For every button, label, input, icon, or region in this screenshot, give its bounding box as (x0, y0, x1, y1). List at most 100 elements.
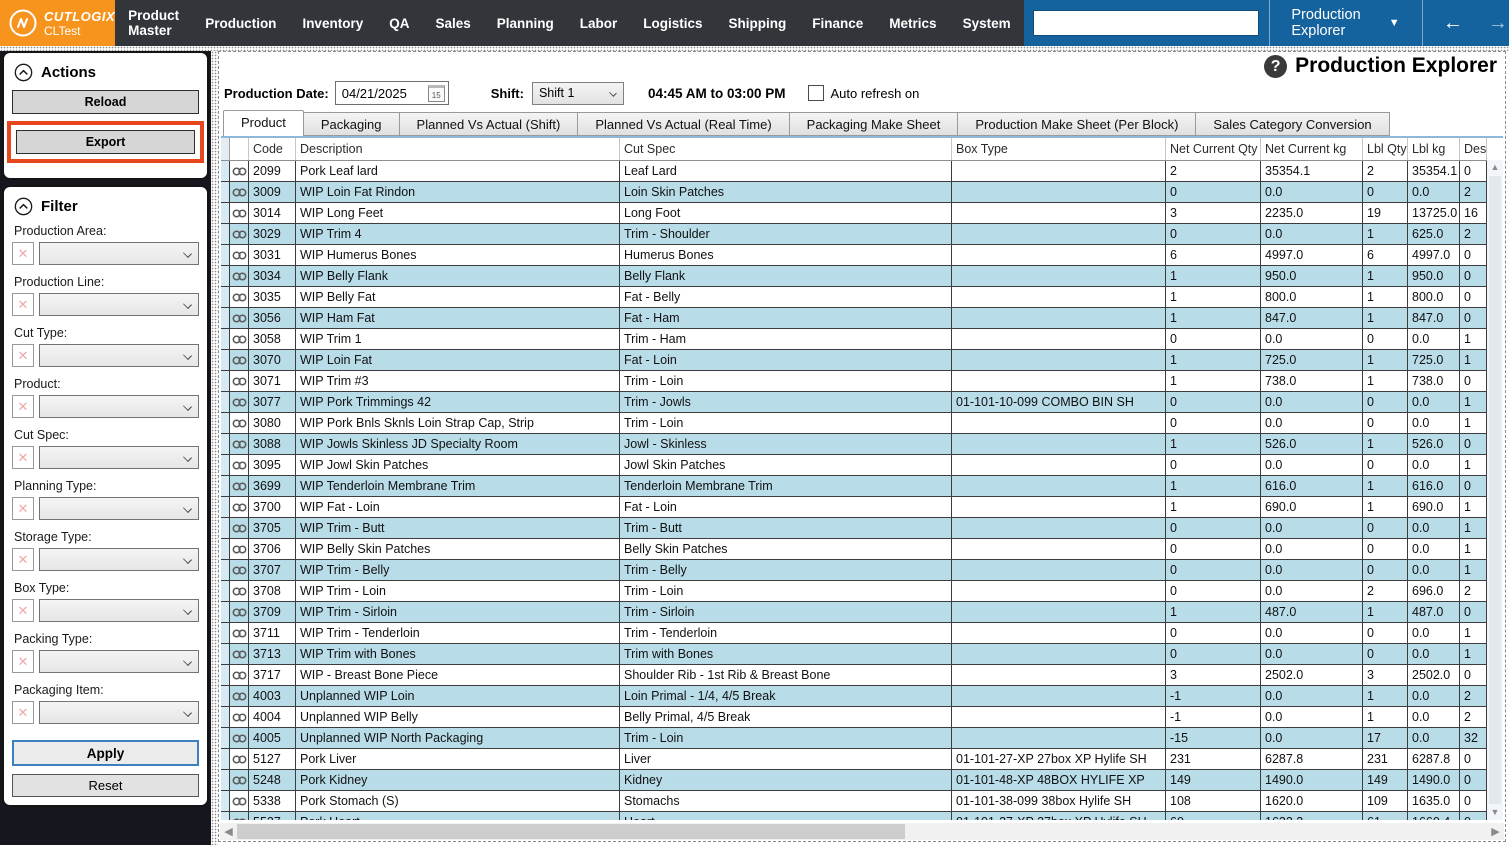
clear-filter-button[interactable]: ✕ (12, 701, 34, 724)
clear-filter-button[interactable]: ✕ (12, 446, 34, 469)
filter-dropdown[interactable] (39, 293, 199, 316)
clear-filter-button[interactable]: ✕ (12, 242, 34, 265)
table-row[interactable]: 2099 Pork Leaf lard Leaf Lard 2 35354.1 … (221, 160, 1487, 181)
table-row[interactable]: 4004 Unplanned WIP Belly Belly Primal, 4… (221, 706, 1487, 727)
column-header[interactable]: Lbl Qty (1363, 138, 1408, 160)
link-icon-cell[interactable] (230, 223, 249, 244)
link-icon-cell[interactable] (230, 265, 249, 286)
table-row[interactable]: 3080 WIP Pork Bnls Sknls Loin Strap Cap,… (221, 412, 1487, 433)
menu-item[interactable]: Sales (422, 16, 483, 31)
table-row[interactable]: 5127 Pork Liver Liver 01-101-27-XP 27box… (221, 748, 1487, 769)
search-input[interactable] (1033, 10, 1259, 36)
link-icon-cell[interactable] (230, 391, 249, 412)
link-icon-cell[interactable] (230, 181, 249, 202)
tab[interactable]: Planned Vs Actual (Shift) (400, 112, 579, 136)
horizontal-scrollbar[interactable]: ◀ ▶ (220, 823, 1504, 840)
link-icon-cell[interactable] (230, 790, 249, 811)
filter-dropdown[interactable] (39, 344, 199, 367)
table-row[interactable]: 3034 WIP Belly Flank Belly Flank 1 950.0… (221, 265, 1487, 286)
tab[interactable]: Packaging (304, 112, 400, 136)
link-icon-cell[interactable] (230, 811, 249, 820)
column-header[interactable]: Code (249, 138, 296, 160)
column-header[interactable]: Lbl kg (1408, 138, 1460, 160)
tab[interactable]: Planned Vs Actual (Real Time) (578, 112, 789, 136)
menu-item[interactable]: Production (192, 16, 289, 31)
link-icon-cell[interactable] (230, 433, 249, 454)
link-icon-cell[interactable] (230, 622, 249, 643)
column-header[interactable]: Net Current kg (1261, 138, 1363, 160)
link-icon-cell[interactable] (230, 370, 249, 391)
clear-filter-button[interactable]: ✕ (12, 548, 34, 571)
link-icon-cell[interactable] (230, 559, 249, 580)
apply-button[interactable]: Apply (12, 740, 199, 766)
clear-filter-button[interactable]: ✕ (12, 293, 34, 316)
table-row[interactable]: 3711 WIP Trim - Tenderloin Trim - Tender… (221, 622, 1487, 643)
filter-dropdown[interactable] (39, 497, 199, 520)
link-icon-cell[interactable] (230, 412, 249, 433)
link-icon-cell[interactable] (230, 664, 249, 685)
table-row[interactable]: 5338 Pork Stomach (S) Stomachs 01-101-38… (221, 790, 1487, 811)
column-header[interactable]: Description (296, 138, 620, 160)
link-icon-cell[interactable] (230, 496, 249, 517)
table-row[interactable]: 3058 WIP Trim 1 Trim - Ham 0 0.0 0 0.0 1 (221, 328, 1487, 349)
tab[interactable]: Sales Category Conversion (1196, 112, 1389, 136)
link-icon-cell[interactable] (230, 160, 249, 181)
filter-dropdown[interactable] (39, 548, 199, 571)
link-icon-cell[interactable] (230, 349, 249, 370)
table-row[interactable]: 4003 Unplanned WIP Loin Loin Primal - 1/… (221, 685, 1487, 706)
table-row[interactable]: 3717 WIP - Breast Bone Piece Shoulder Ri… (221, 664, 1487, 685)
table-row[interactable]: 3035 WIP Belly Fat Fat - Belly 1 800.0 1… (221, 286, 1487, 307)
scroll-down-icon[interactable]: ▼ (1487, 805, 1503, 820)
table-row[interactable]: 3070 WIP Loin Fat Fat - Loin 1 725.0 1 7… (221, 349, 1487, 370)
link-icon-cell[interactable] (230, 517, 249, 538)
menu-item[interactable]: Labor (567, 16, 631, 31)
tab[interactable]: Packaging Make Sheet (790, 112, 959, 136)
table-row[interactable]: 3077 WIP Pork Trimmings 42 Trim - Jowls … (221, 391, 1487, 412)
menu-item[interactable]: System (950, 16, 1024, 31)
column-header[interactable]: Net Current Qty (1166, 138, 1261, 160)
horizontal-scrollbar-thumb[interactable] (237, 824, 905, 839)
table-row[interactable]: 3699 WIP Tenderloin Membrane Trim Tender… (221, 475, 1487, 496)
screen-selector-dropdown[interactable]: Production Explorer ▼ (1269, 0, 1421, 46)
table-row[interactable]: 3071 WIP Trim #3 Trim - Loin 1 738.0 1 7… (221, 370, 1487, 391)
table-row[interactable]: 3713 WIP Trim with Bones Trim with Bones… (221, 643, 1487, 664)
link-icon-cell[interactable] (230, 286, 249, 307)
link-icon-cell[interactable] (230, 307, 249, 328)
menu-item[interactable]: Product Master (115, 8, 192, 38)
reset-button[interactable]: Reset (12, 774, 199, 797)
table-row[interactable]: 3709 WIP Trim - Sirloin Trim - Sirloin 1… (221, 601, 1487, 622)
auto-refresh-checkbox[interactable] (808, 85, 824, 101)
table-row[interactable]: 3031 WIP Humerus Bones Humerus Bones 6 4… (221, 244, 1487, 265)
clear-filter-button[interactable]: ✕ (12, 395, 34, 418)
table-row[interactable]: 3088 WIP Jowls Skinless JD Specialty Roo… (221, 433, 1487, 454)
column-header[interactable] (230, 138, 249, 160)
table-row[interactable]: 3009 WIP Loin Fat Rindon Loin Skin Patch… (221, 181, 1487, 202)
link-icon-cell[interactable] (230, 244, 249, 265)
menu-item[interactable]: Metrics (876, 16, 949, 31)
filter-dropdown[interactable] (39, 599, 199, 622)
shift-dropdown[interactable]: Shift 1 (532, 82, 624, 105)
vertical-splitter[interactable] (211, 51, 218, 845)
menu-item[interactable]: Planning (484, 16, 567, 31)
export-button[interactable]: Export (16, 130, 195, 154)
column-header[interactable]: Desca (1460, 138, 1487, 160)
link-icon-cell[interactable] (230, 706, 249, 727)
clear-filter-button[interactable]: ✕ (12, 650, 34, 673)
help-question-icon[interactable]: ? (1264, 55, 1287, 78)
filter-dropdown[interactable] (39, 395, 199, 418)
menu-item[interactable]: Finance (799, 16, 876, 31)
column-header[interactable]: Cut Spec (620, 138, 952, 160)
filter-dropdown[interactable] (39, 242, 199, 265)
table-row[interactable]: 3700 WIP Fat - Loin Fat - Loin 1 690.0 1… (221, 496, 1487, 517)
scroll-up-icon[interactable]: ▲ (1487, 160, 1503, 175)
collapse-chevron-icon[interactable] (14, 197, 33, 216)
menu-item[interactable]: QA (376, 16, 422, 31)
vertical-scrollbar-thumb[interactable] (1489, 176, 1501, 804)
table-row[interactable]: 5527 Pork Heart Heart 01-101-27-XP 27box… (221, 811, 1487, 820)
link-icon-cell[interactable] (230, 769, 249, 790)
filter-dropdown[interactable] (39, 650, 199, 673)
clear-filter-button[interactable]: ✕ (12, 344, 34, 367)
scroll-left-icon[interactable]: ◀ (220, 825, 237, 838)
table-row[interactable]: 5248 Pork Kidney Kidney 01-101-48-XP 48B… (221, 769, 1487, 790)
menu-item[interactable]: Shipping (716, 16, 800, 31)
